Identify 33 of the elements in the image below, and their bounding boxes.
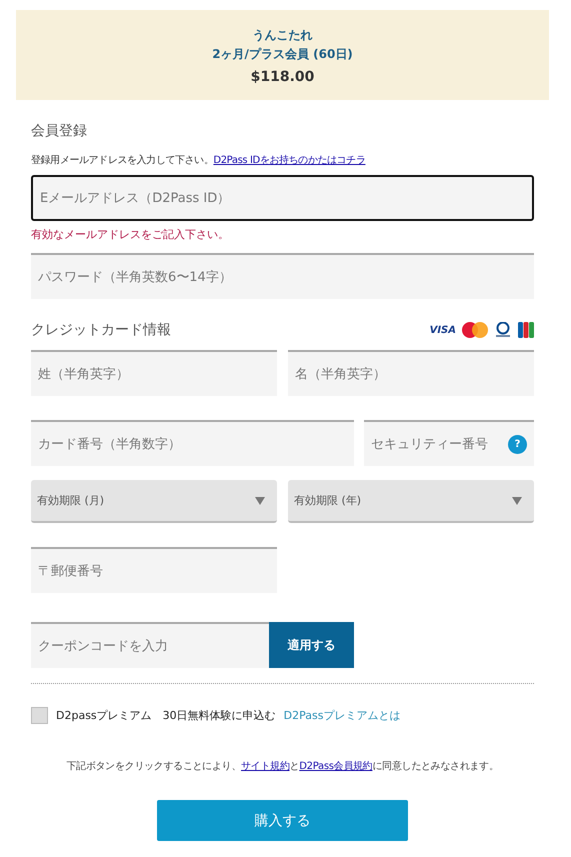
error-message: 有効なメールアドレスをご記入下さい。 (31, 227, 230, 242)
coupon-field[interactable]: クーポンコードを入力 (31, 622, 269, 668)
plan-name: うんこたれ (252, 26, 312, 44)
first-name-field[interactable]: 名（半角英字） (288, 350, 534, 396)
expiry-year-select[interactable]: 有効期限 (年) (288, 480, 534, 523)
circle-logo-icon (494, 322, 512, 338)
visa-logo: VISA (430, 324, 456, 336)
security-code-field[interactable]: セキュリティー番号 ? (364, 420, 534, 466)
apply-button[interactable]: 適用する (269, 622, 354, 668)
section-title: 会員登録 (31, 122, 88, 140)
terms-notice: 下記ボタンをクリックすることにより、サイト規約と D2Pass会員規約に同意したとみなされます。 (65, 760, 500, 773)
card-number-field[interactable]: カード番号（半角数字） (31, 420, 354, 466)
email-field[interactable]: Eメールアドレス（D2Pass ID） (31, 175, 534, 221)
d2pass-login-link[interactable]: D2Pass IDをお持ちのかたはコチラ (213, 155, 366, 166)
plan-term: 2ヶ月/プラス会員 (60日) (212, 46, 353, 62)
dropdown-arrow-icon (255, 496, 265, 504)
password-field[interactable]: パスワード（半角英数6〜14字） (31, 253, 534, 299)
plan-price: $118.00 (250, 68, 314, 84)
postal-code-field[interactable]: 〒郵便番号 (31, 547, 277, 593)
last-name-field[interactable]: 姓（半角英字） (31, 350, 277, 396)
premium-label: D2passプレミアム 30日無料体験に申込む (56, 708, 276, 723)
expiry-month-select[interactable]: 有効期限 (月) (31, 480, 277, 523)
email-hint: 登録用メールアドレスを入力して下さい。D2Pass IDをお持ちのかたはコチラ (31, 154, 366, 167)
striped-logo-icon (518, 322, 534, 338)
two-circles-logo-icon (462, 322, 488, 338)
checkbox[interactable] (31, 707, 48, 724)
premium-info-link[interactable]: D2Passプレミアムとは (284, 708, 400, 723)
dropdown-arrow-icon (512, 496, 522, 504)
section-title: クレジットカード情報 (31, 321, 171, 339)
help-button[interactable]: ? (508, 434, 527, 454)
purchase-button[interactable]: 購入する (157, 800, 408, 841)
terms-link[interactable]: D2Pass会員規約 (299, 761, 372, 772)
terms-link[interactable]: サイト規約 (241, 761, 290, 772)
